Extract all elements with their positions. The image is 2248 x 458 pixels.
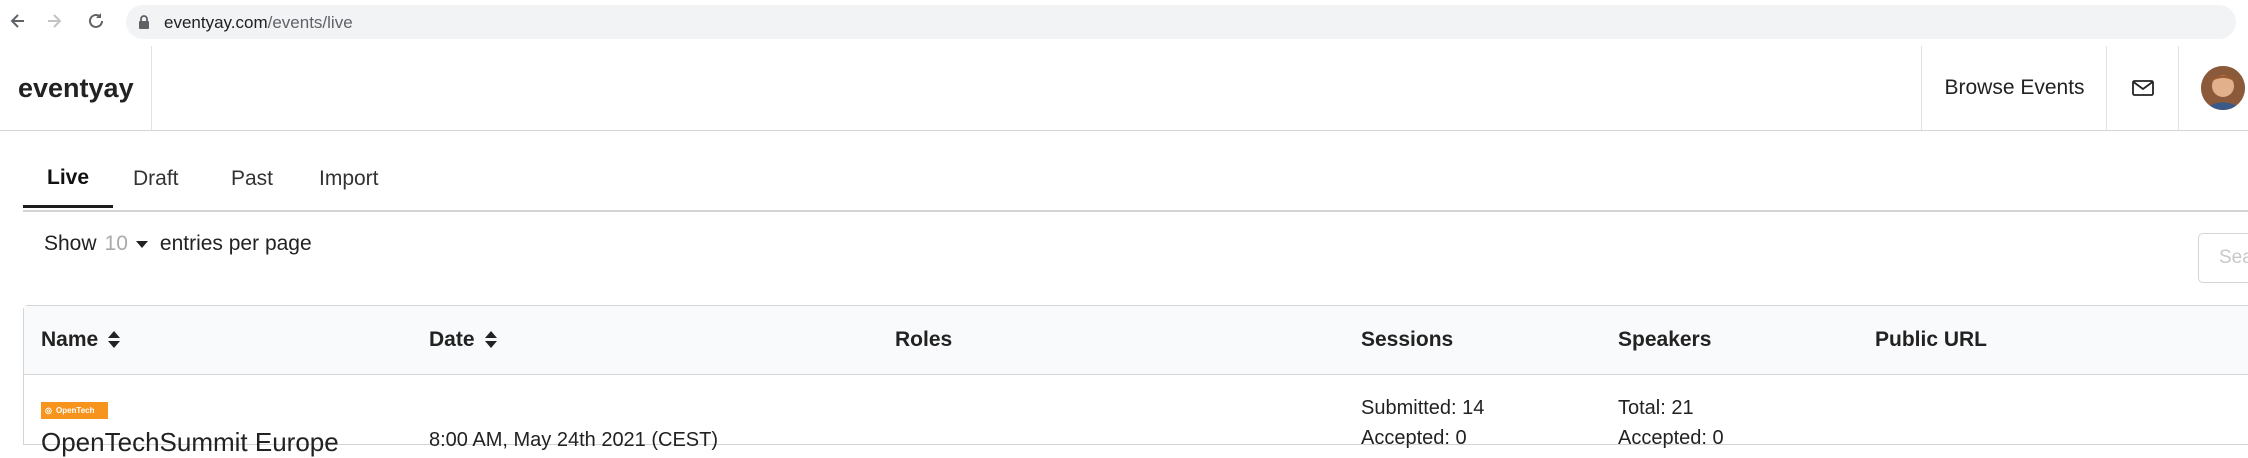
reload-icon[interactable]	[84, 9, 108, 33]
search-field[interactable]	[2198, 233, 2248, 283]
column-header-roles: Roles	[895, 328, 953, 351]
event-tabs: Live Draft Past Import	[23, 150, 2248, 212]
column-header-speakers: Speakers	[1618, 328, 1712, 351]
column-label: Date	[429, 328, 475, 351]
column-header-sessions: Sessions	[1361, 328, 1454, 351]
browser-toolbar: eventyay.com/events/live	[0, 0, 2248, 47]
search-input[interactable]	[2199, 234, 2248, 282]
avatar[interactable]	[2201, 66, 2245, 110]
sessions-accepted: Accepted: 0	[1361, 427, 1467, 449]
user-menu[interactable]	[2178, 46, 2248, 130]
browse-events-link[interactable]: Browse Events	[1921, 46, 2107, 130]
mail-icon[interactable]	[2106, 46, 2179, 130]
brand-logo[interactable]: eventyay	[0, 46, 152, 130]
tab-import[interactable]: Import	[319, 150, 379, 208]
tab-live[interactable]: Live	[23, 150, 114, 208]
forward-icon[interactable]	[42, 9, 66, 33]
app-header: eventyay Browse Events	[0, 46, 2248, 131]
column-header-date[interactable]: Date	[429, 306, 497, 374]
entries-show-label: Show	[44, 232, 97, 255]
event-name-link[interactable]: OpenTechSummit Europe	[41, 427, 339, 458]
column-header-name[interactable]: Name	[41, 306, 121, 374]
entries-per-page: Show 10 entries per page	[44, 232, 312, 256]
sessions-submitted: Submitted: 14	[1361, 397, 1485, 419]
sort-icon[interactable]	[484, 330, 497, 350]
chevron-down-icon[interactable]	[135, 240, 148, 248]
event-logo: ◎ OpenTech	[41, 402, 108, 419]
entries-suffix-label: entries per page	[159, 232, 312, 255]
table-row: ◎ OpenTech OpenTechSummit Europe 8:00 AM,…	[24, 375, 2248, 458]
sort-icon[interactable]	[108, 330, 121, 350]
column-label: Name	[41, 328, 99, 351]
table-header: Name Date Roles Sessions Speakers Public…	[24, 306, 2248, 375]
url-text: eventyay.com/events/live	[164, 13, 353, 32]
tab-draft[interactable]: Draft	[133, 150, 179, 208]
column-header-public-url: Public URL	[1875, 328, 1988, 351]
event-date: 8:00 AM, May 24th 2021 (CEST)	[429, 429, 719, 451]
speakers-total: Total: 21	[1618, 397, 1694, 419]
tab-past[interactable]: Past	[231, 150, 273, 208]
events-table: Name Date Roles Sessions Speakers Public…	[23, 305, 2248, 457]
speakers-accepted: Accepted: 0	[1618, 427, 1724, 449]
back-icon[interactable]	[6, 9, 30, 33]
lock-icon	[138, 14, 150, 35]
entries-count-select[interactable]: 10	[105, 232, 128, 256]
address-bar[interactable]: eventyay.com/events/live	[126, 5, 2236, 39]
event-logo-text: OpenTech	[55, 406, 95, 415]
